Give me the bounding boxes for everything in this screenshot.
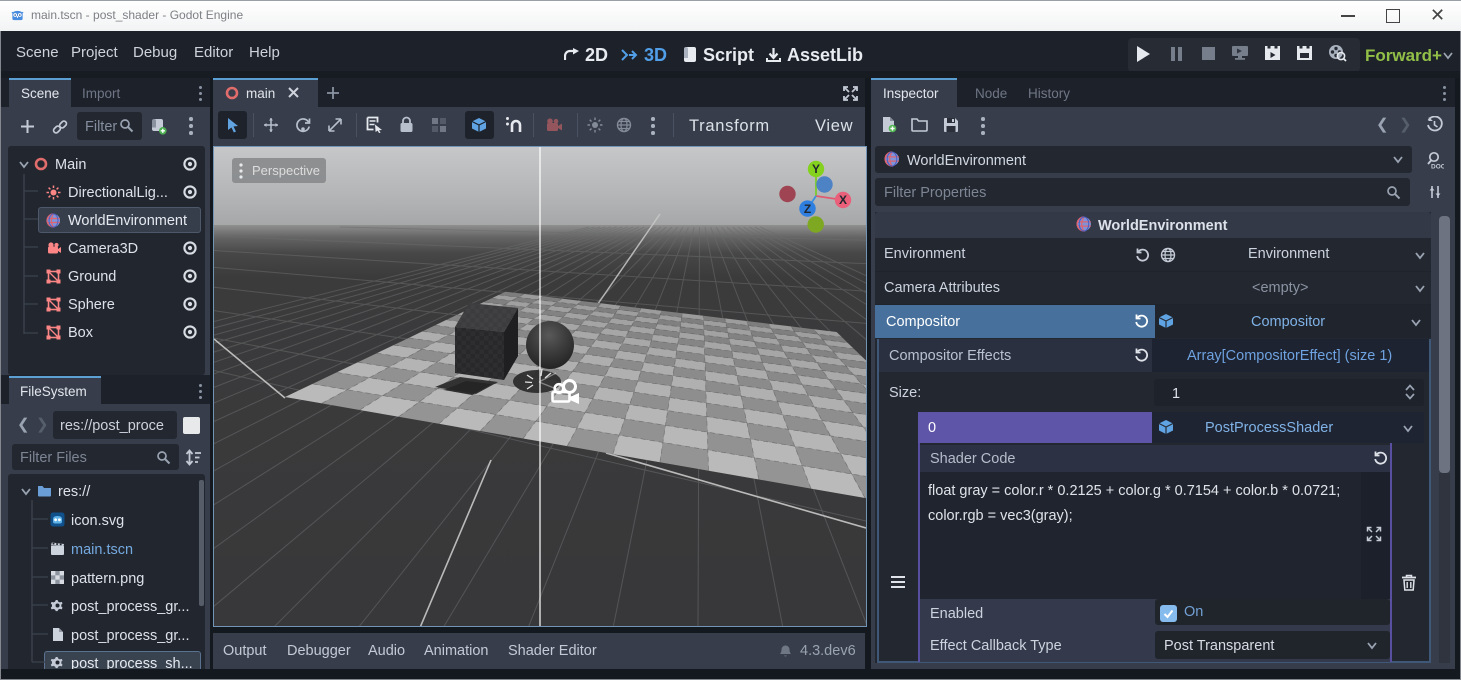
svg-text:DOC: DOC (1431, 164, 1444, 171)
svg-text:Z: Z (804, 202, 811, 216)
svg-text:Y: Y (812, 162, 820, 176)
svg-text:X: X (839, 193, 847, 207)
svg-text:Perspective: Perspective (252, 163, 320, 178)
